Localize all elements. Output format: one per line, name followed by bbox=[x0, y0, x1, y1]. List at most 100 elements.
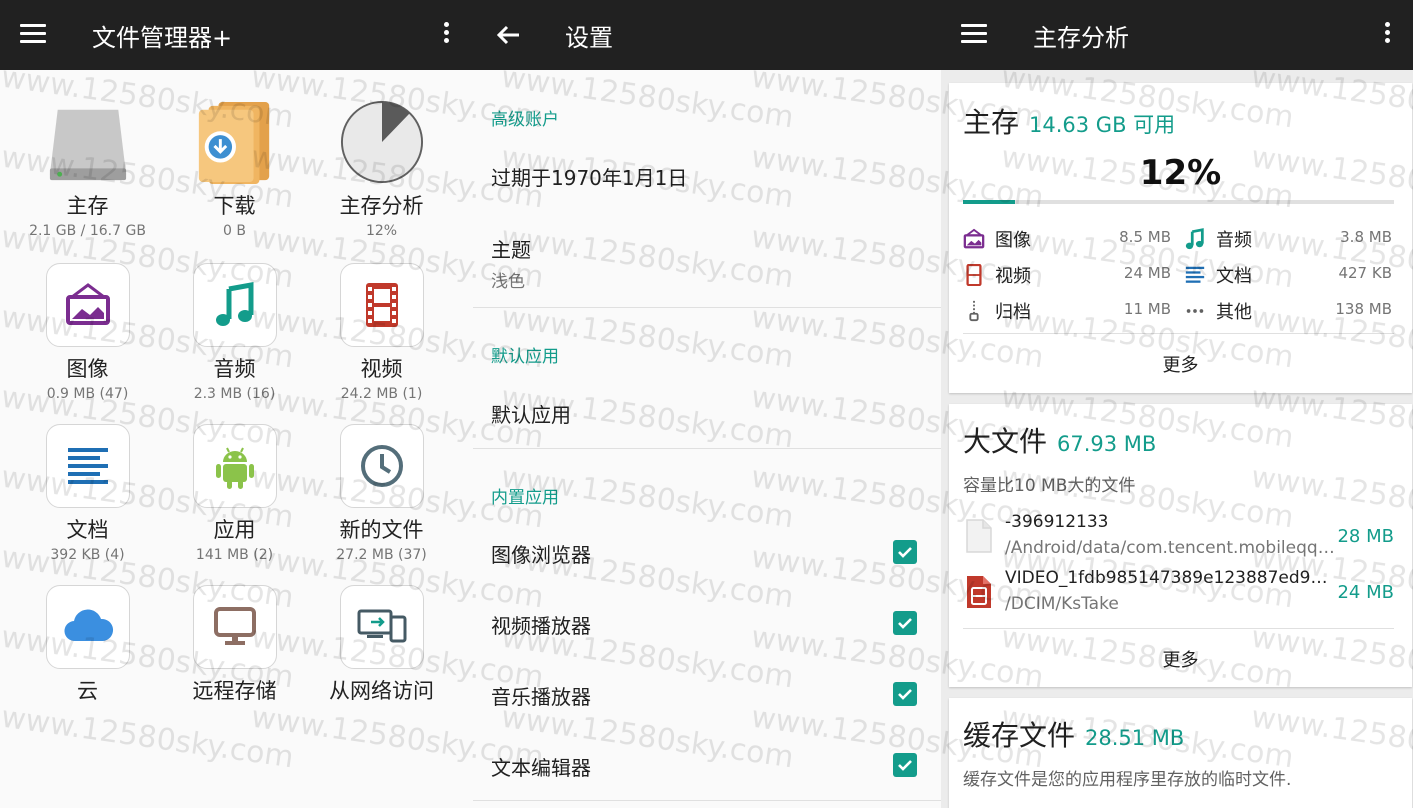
video-file-icon bbox=[963, 574, 995, 610]
grid-item-apps[interactable]: 应用 141 MB (2) bbox=[161, 424, 308, 563]
grid-item-label: 文档 bbox=[66, 518, 109, 542]
grid-item-remote-storage[interactable]: 远程存储 bbox=[161, 585, 308, 705]
theme-label: 主题 bbox=[491, 238, 531, 262]
app-bar: 文件管理器+ bbox=[0, 0, 473, 70]
stat-other[interactable]: 其他 138 MB bbox=[1184, 298, 1392, 324]
divider bbox=[963, 333, 1394, 334]
premium-expiry-item[interactable]: 过期于1970年1月1日 bbox=[491, 162, 917, 191]
divider bbox=[963, 628, 1394, 629]
monitor-icon bbox=[192, 585, 277, 669]
section-header-builtin-apps: 内置应用 bbox=[491, 488, 559, 508]
download-folder-icon bbox=[193, 100, 277, 184]
stat-archives[interactable]: 归档 11 MB bbox=[963, 298, 1171, 324]
file-size: 24 MB bbox=[1337, 582, 1394, 603]
more-button[interactable]: 更多 bbox=[949, 351, 1412, 377]
menu-icon[interactable] bbox=[20, 24, 46, 44]
settings-panel: 设置 高级账户 过期于1970年1月1日 主题 浅色 默认应用 默认应用 内置应… bbox=[473, 0, 941, 808]
card-title: 大文件 67.93 MB bbox=[963, 420, 1156, 460]
theme-setting[interactable]: 主题 浅色 bbox=[491, 234, 917, 292]
grid-item-label: 新的文件 bbox=[339, 518, 424, 542]
grid-item-label: 主存 bbox=[66, 194, 109, 218]
stat-size: 3.8 MB bbox=[1340, 228, 1392, 246]
menu-icon[interactable] bbox=[961, 24, 987, 44]
file-row[interactable]: -396912133 /Android/data/com.tencent.mob… bbox=[963, 512, 1394, 564]
divider bbox=[473, 800, 941, 801]
grid-item-label: 从网络访问 bbox=[329, 679, 434, 703]
more-horiz-icon bbox=[1184, 300, 1206, 322]
grid-item-label: 应用 bbox=[213, 518, 256, 542]
archive-icon bbox=[963, 300, 985, 322]
stat-name: 归档 bbox=[995, 302, 1031, 323]
grid-item-network-access[interactable]: 从网络访问 bbox=[308, 585, 455, 705]
grid-item-recent-files[interactable]: 新的文件 27.2 MB (37) bbox=[308, 424, 455, 563]
builtin-music-player[interactable]: 音乐播放器 bbox=[491, 681, 917, 710]
card-description: 容量比10 MB大的文件 bbox=[963, 476, 1136, 496]
pie-chart-icon bbox=[340, 100, 424, 184]
grid-item-cloud[interactable]: 云 bbox=[14, 585, 161, 705]
cache-size: 28.51 MB bbox=[1085, 726, 1185, 750]
stat-name: 文档 bbox=[1216, 266, 1252, 287]
large-files-size: 67.93 MB bbox=[1057, 432, 1157, 456]
music-note-icon bbox=[1184, 228, 1206, 250]
overflow-menu-icon[interactable] bbox=[441, 22, 451, 48]
checkbox-checked[interactable] bbox=[893, 540, 917, 564]
film-icon bbox=[339, 263, 424, 347]
cache-files-card: 缓存文件 28.51 MB 缓存文件是您的应用程序里存放的临时文件. bbox=[949, 698, 1412, 808]
grid-item-audio[interactable]: 音频 2.3 MB (16) bbox=[161, 263, 308, 402]
stat-name: 音频 bbox=[1216, 230, 1252, 251]
grid-item-main-storage[interactable]: 主存 2.1 GB / 16.7 GB bbox=[14, 100, 161, 239]
stat-audio[interactable]: 音频 3.8 MB bbox=[1184, 226, 1392, 252]
grid-item-sub: 141 MB (2) bbox=[195, 547, 274, 563]
checkbox-checked[interactable] bbox=[893, 753, 917, 777]
builtin-text-editor[interactable]: 文本编辑器 bbox=[491, 752, 917, 781]
grid-item-download[interactable]: 下载 0 B bbox=[161, 100, 308, 239]
stat-images[interactable]: 图像 8.5 MB bbox=[963, 226, 1171, 252]
usage-progress-bar bbox=[963, 200, 1394, 204]
stat-size: 8.5 MB bbox=[1119, 228, 1171, 246]
grid-item-sub: 392 KB (4) bbox=[50, 547, 125, 563]
stat-video[interactable]: 视频 24 MB bbox=[963, 262, 1171, 288]
card-title: 缓存文件 28.51 MB bbox=[963, 714, 1184, 754]
grid-item-label: 云 bbox=[77, 679, 98, 703]
builtin-image-viewer[interactable]: 图像浏览器 bbox=[491, 539, 917, 568]
clock-icon bbox=[339, 424, 424, 508]
back-arrow-icon[interactable] bbox=[493, 20, 523, 50]
file-manager-home-panel: 文件管理器+ 主存 2.1 GB / 16.7 GB 下载 0 B 主存分析 1… bbox=[0, 0, 473, 808]
default-apps-item[interactable]: 默认应用 bbox=[491, 399, 917, 428]
grid-item-label: 音频 bbox=[213, 357, 256, 381]
stat-size: 24 MB bbox=[1123, 264, 1171, 282]
image-icon bbox=[963, 228, 985, 250]
storage-icon bbox=[46, 100, 130, 184]
file-name: VIDEO_1fdb985147389e123887ed95c4d6 bbox=[1005, 568, 1335, 588]
more-button[interactable]: 更多 bbox=[949, 646, 1412, 672]
stat-name: 其他 bbox=[1216, 302, 1252, 323]
grid-item-video[interactable]: 视频 24.2 MB (1) bbox=[308, 263, 455, 402]
stat-documents[interactable]: 文档 427 KB bbox=[1184, 262, 1392, 288]
divider bbox=[473, 307, 941, 308]
grid-item-storage-analysis[interactable]: 主存分析 12% bbox=[308, 100, 455, 239]
grid-item-images[interactable]: 图像 0.9 MB (47) bbox=[14, 263, 161, 402]
main-storage-card: 主存 14.63 GB 可用 12% 图像 8.5 MB 音频 3.8 MB 视频… bbox=[949, 83, 1412, 393]
file-row[interactable]: VIDEO_1fdb985147389e123887ed95c4d6 /DCIM… bbox=[963, 568, 1394, 620]
builtin-video-player[interactable]: 视频播放器 bbox=[491, 610, 917, 639]
blank-file-icon bbox=[963, 518, 995, 554]
card-title-text: 主存 bbox=[963, 106, 1020, 139]
grid-item-label: 图像 bbox=[66, 357, 109, 381]
large-files-card: 大文件 67.93 MB 容量比10 MB大的文件 -396912133 /And… bbox=[949, 404, 1412, 687]
grid-item-label: 主存分析 bbox=[339, 194, 424, 218]
file-name: -396912133 bbox=[1005, 512, 1109, 532]
theme-value: 浅色 bbox=[491, 272, 525, 292]
divider bbox=[473, 448, 941, 449]
card-title-text: 大文件 bbox=[963, 425, 1048, 458]
checkbox-checked[interactable] bbox=[893, 682, 917, 706]
checkbox-checked[interactable] bbox=[893, 611, 917, 635]
grid-item-sub: 12% bbox=[365, 223, 398, 239]
stat-size: 11 MB bbox=[1123, 300, 1171, 318]
file-size: 28 MB bbox=[1337, 526, 1394, 547]
overflow-menu-icon[interactable] bbox=[1382, 22, 1392, 48]
image-icon bbox=[45, 263, 130, 347]
grid-item-documents[interactable]: 文档 392 KB (4) bbox=[14, 424, 161, 563]
section-header-default-apps: 默认应用 bbox=[491, 347, 559, 367]
usage-percent: 12% bbox=[1139, 153, 1222, 193]
grid-item-label: 视频 bbox=[360, 357, 403, 381]
